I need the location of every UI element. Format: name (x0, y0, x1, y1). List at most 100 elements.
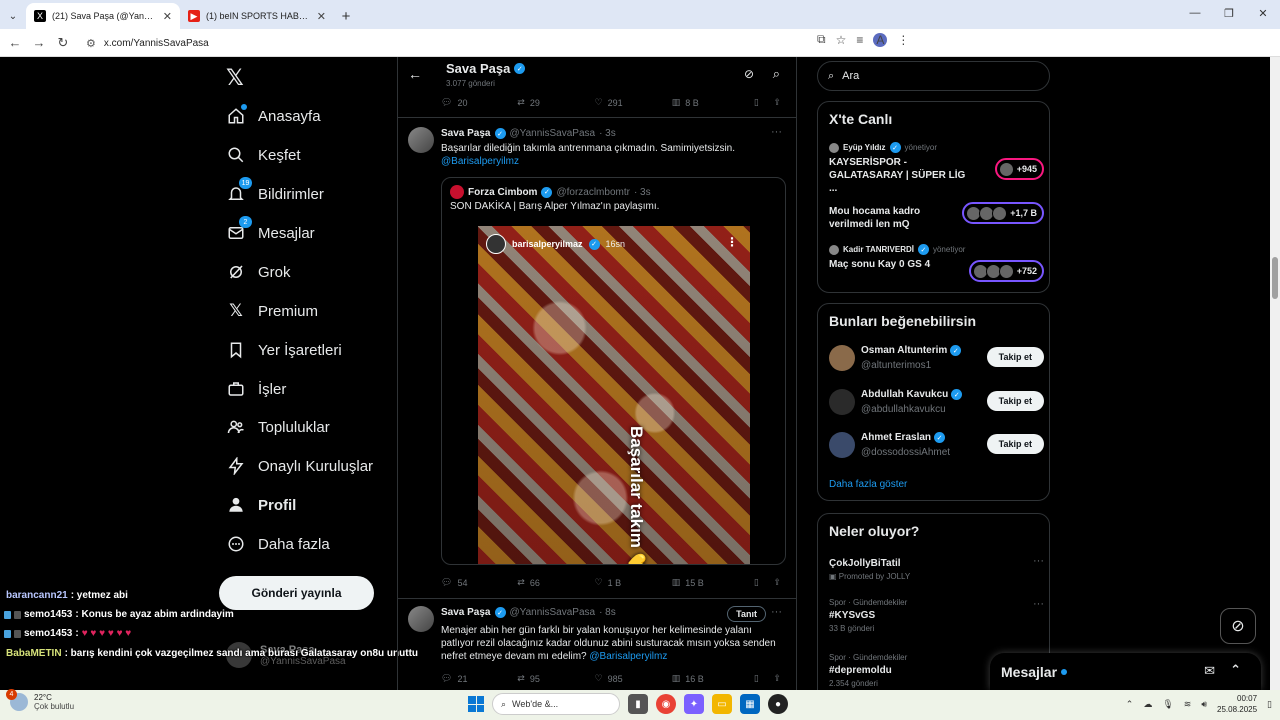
nav-bookmarks[interactable]: Yer İşaretleri (226, 335, 342, 365)
more-options-icon[interactable]: ··· (771, 606, 782, 618)
share-icon[interactable]: ⇪ (773, 577, 781, 588)
reading-list-icon[interactable]: ≡ (856, 33, 863, 47)
reply-button[interactable]: 💬︎ 54 (441, 577, 517, 588)
tweet-time[interactable]: · 3s (599, 128, 616, 139)
mention-link[interactable]: @Barisalperyilmz (441, 155, 786, 168)
close-tab-icon[interactable]: ✕ (317, 10, 326, 23)
taskbar-search[interactable]: ⌕ Web'de &... (492, 693, 620, 715)
avatar[interactable] (408, 606, 434, 632)
like-button[interactable]: ♡ 291 (595, 97, 672, 108)
more-options-icon[interactable]: ··· (771, 126, 782, 138)
notifications-icon[interactable]: ▯ (1267, 699, 1272, 710)
app-icon[interactable]: ● (768, 694, 788, 714)
trend-item[interactable]: Spor · Gündemdekiler #KYSvGS 33 B gönder… (829, 598, 1044, 633)
chrome-icon[interactable]: ◉ (656, 694, 676, 714)
suggested-account[interactable]: Abdullah Kavukcu ✓ @abdullahkavukcu Takip… (829, 389, 1044, 417)
reload-icon[interactable]: ↻ (51, 31, 75, 55)
avatar[interactable] (408, 127, 434, 153)
nav-home[interactable]: Anasayfa (226, 101, 321, 131)
clock[interactable]: 00:07 25.08.2025 (1217, 693, 1257, 715)
views-button[interactable]: ▥ 15 B (672, 577, 754, 588)
tweet-handle[interactable]: @YannisSavaPasa (510, 128, 596, 139)
forward-icon[interactable]: → (27, 31, 51, 55)
nav-communities[interactable]: Topluluklar (226, 412, 330, 442)
post-button[interactable]: Gönderi yayınla (219, 576, 374, 610)
install-icon[interactable]: ⧉ (817, 32, 826, 47)
messages-drawer[interactable]: Mesajlar ✉ ⌃ (990, 653, 1261, 690)
follow-button[interactable]: Takip et (986, 434, 1044, 454)
show-more-link[interactable]: Daha fazla göster (829, 479, 907, 490)
browser-tab-x[interactable]: X (21) Sava Paşa (@YannisSavaPasa) / X ✕ (26, 3, 180, 29)
close-window-icon[interactable]: ✕ (1246, 0, 1280, 26)
suggested-account[interactable]: Ahmet Eraslan ✓ @dossodossiAhmet Takip et (829, 432, 1044, 460)
nav-premium[interactable]: 𝕏 Premium (226, 296, 318, 326)
nav-explore[interactable]: Keşfet (226, 140, 301, 170)
nav-jobs[interactable]: İşler (226, 374, 286, 404)
bookmark-icon[interactable]: ▯ (754, 673, 774, 684)
tweet-author[interactable]: Sava Paşa (441, 128, 491, 139)
new-message-icon[interactable]: ✉ (1204, 663, 1215, 679)
grok-floating-button[interactable]: ⊘ (1220, 608, 1256, 644)
quote-media[interactable]: barisalperyilmaz ✓ 16sn ⋮ Başarılar takı… (478, 226, 750, 564)
views-button[interactable]: ▥ 8 B (672, 97, 754, 108)
search-input[interactable]: ⌕ Ara (817, 61, 1050, 91)
mention-link[interactable]: @Barisalperyilmz (589, 651, 667, 662)
retweet-button[interactable]: ⇄ 29 (517, 97, 594, 108)
tweet-handle[interactable]: @YannisSavaPasa (510, 607, 596, 618)
retweet-button[interactable]: ⇄ 66 (517, 577, 594, 588)
file-explorer-icon[interactable]: ▭ (712, 694, 732, 714)
live-item[interactable]: Mou hocama kadro verilmedi len mQ +1,7 B (829, 202, 1044, 231)
share-icon[interactable]: ⇪ (773, 97, 781, 108)
cloud-icon[interactable]: ☁ (1143, 699, 1152, 710)
task-view-icon[interactable]: ▮ (628, 694, 648, 714)
maximize-icon[interactable]: ❐ (1212, 0, 1246, 26)
profile-avatar[interactable]: A (873, 32, 888, 47)
search-icon[interactable]: ⌕ (773, 66, 780, 82)
share-icon[interactable]: ⇪ (773, 673, 781, 684)
tweet-time[interactable]: · 8s (599, 607, 616, 618)
nav-messages[interactable]: 2 Mesajlar (226, 216, 315, 248)
retweet-button[interactable]: ⇄ 95 (517, 673, 594, 684)
new-tab-button[interactable]: + (334, 3, 358, 29)
bookmark-icon[interactable]: ▯ (754, 97, 774, 108)
nav-more[interactable]: Daha fazla (226, 529, 330, 559)
like-button[interactable]: ♡ 985 (595, 673, 672, 684)
quoted-tweet[interactable]: Forza Cimbom ✓ @forzaclmbomtr · 3s SON D… (441, 177, 786, 565)
nav-grok[interactable]: Grok (226, 257, 291, 287)
reply-button[interactable]: 💬︎ 21 (441, 673, 517, 684)
back-icon[interactable]: ← (3, 31, 27, 55)
live-item[interactable]: Kadir TANRIVERDİ ✓ yönetiyor Maç sonu Kay … (829, 244, 1044, 282)
page-scrollbar[interactable] (1270, 57, 1280, 690)
browser-tab-youtube[interactable]: ▶ (1) beIN SPORTS HABER Canlı Yayın ✕ (180, 3, 334, 29)
like-button[interactable]: ♡ 1 B (595, 577, 672, 588)
follow-button[interactable]: Takip et (986, 347, 1044, 367)
weather-widget[interactable]: 4 22°C Çok bulutlu (6, 689, 74, 711)
site-info-icon[interactable]: ⚙ (86, 37, 96, 50)
tray-chevron-icon[interactable]: ⌃ (1126, 699, 1134, 710)
grok-icon[interactable]: ⊘ (744, 67, 754, 81)
suggested-account[interactable]: Osman Altunterim ✓ @altunterimos1 Takip e… (829, 345, 1044, 373)
promote-button[interactable]: Tanıt (727, 606, 766, 622)
close-tab-icon[interactable]: ✕ (163, 10, 172, 23)
reply-button[interactable]: 💬︎ 20 (441, 97, 517, 108)
scrollbar-thumb[interactable] (1272, 257, 1278, 299)
menu-icon[interactable]: ⋮ (897, 33, 909, 47)
bookmark-icon[interactable]: ▯ (754, 577, 774, 588)
trend-item[interactable]: ÇokJollyBiTatil ▣ Promoted by JOLLY ··· (829, 555, 1044, 581)
live-item[interactable]: Eyüp Yıldız ✓ yönetiyor KAYSERİSPOR - GALA… (829, 142, 1044, 195)
copilot-icon[interactable]: ✦ (684, 694, 704, 714)
x-logo-icon[interactable]: 𝕏 (226, 65, 244, 91)
wifi-icon[interactable]: ≋ (1184, 699, 1192, 710)
follow-button[interactable]: Takip et (986, 391, 1044, 411)
views-button[interactable]: ▥ 16 B (672, 673, 754, 684)
start-icon[interactable] (468, 696, 484, 712)
expand-icon[interactable]: ⌃ (1230, 662, 1241, 678)
mic-icon[interactable]: 🎙︎ (1162, 699, 1173, 710)
bookmark-star-icon[interactable]: ☆ (836, 33, 847, 47)
nav-notifications[interactable]: 19 Bildirimler (226, 177, 324, 209)
minimize-icon[interactable]: — (1178, 0, 1212, 26)
nav-profile[interactable]: Profil (226, 490, 296, 520)
store-icon[interactable]: ▦ (740, 694, 760, 714)
nav-verified-orgs[interactable]: Onaylı Kuruluşlar (226, 451, 373, 481)
back-arrow-icon[interactable]: ← (408, 66, 422, 82)
